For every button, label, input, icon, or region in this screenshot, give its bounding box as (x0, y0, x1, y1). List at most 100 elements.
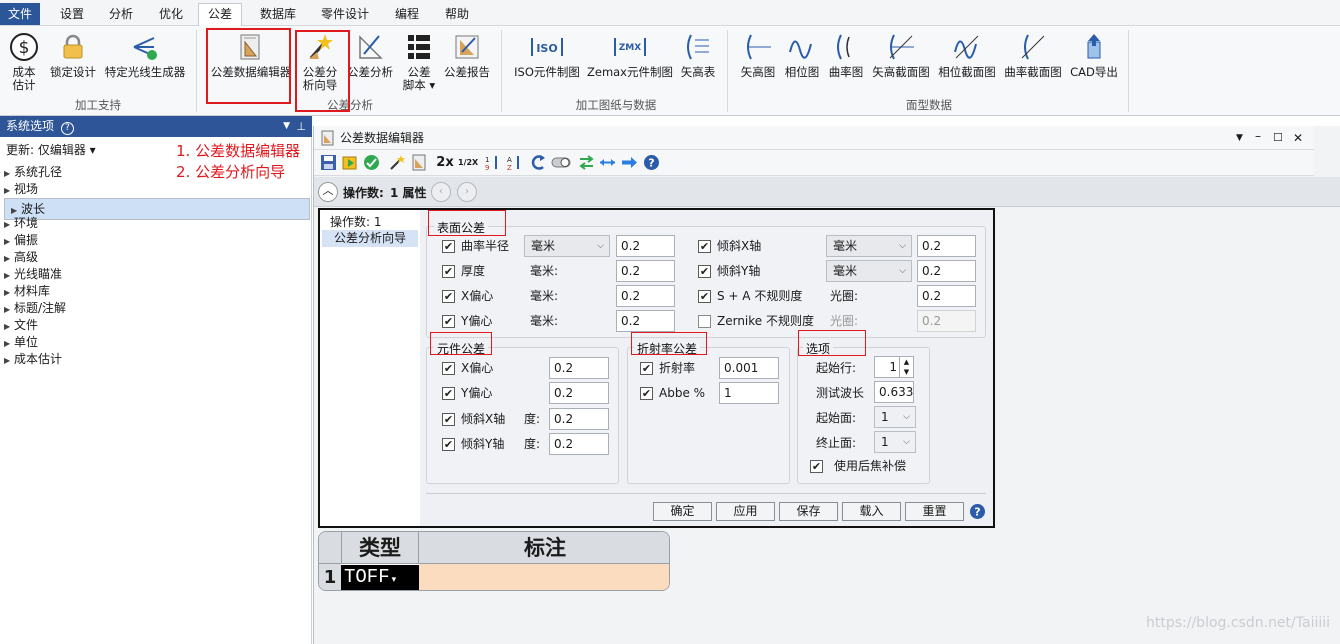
checkbox-element-tilt-y[interactable]: ✔ (442, 438, 455, 451)
curvature-cross-section-button[interactable]: 曲率截面图 (1001, 32, 1065, 79)
menu-tolerance[interactable]: 公差 (198, 3, 243, 27)
pin-icon[interactable]: ⊥ (296, 116, 306, 137)
update-dropdown[interactable]: 更新: 仅编辑器 ▾ (6, 141, 96, 158)
value-field-element-tilt-y[interactable]: 0.2 (549, 433, 609, 455)
cost-estimate-button[interactable]: $ 成本 估计 (6, 32, 42, 92)
tree-item-environment[interactable]: ▶ 环境 (4, 215, 310, 232)
save-button[interactable]: 保存 (779, 502, 838, 521)
save-icon[interactable] (320, 154, 337, 171)
start-surface-dropdown[interactable]: 1 ⌵ (874, 406, 916, 428)
tree-item-field[interactable]: ▶ 视场 (4, 181, 310, 198)
check-icon[interactable] (363, 154, 380, 171)
reset-button[interactable]: 重置 (905, 502, 964, 521)
value-field-thickness[interactable]: 0.2 (616, 260, 675, 282)
tree-item-advanced[interactable]: ▶ 高级 (4, 249, 310, 266)
phase-cross-section-button[interactable]: 相位截面图 (935, 32, 999, 79)
menu-file[interactable]: 文件 (0, 3, 41, 25)
help-icon[interactable]: ? (643, 154, 660, 171)
value-field-element-y-decenter[interactable]: 0.2 (549, 382, 609, 404)
tree-item-title-notes[interactable]: ▶ 标题/注解 (4, 300, 310, 317)
checkbox-index[interactable]: ✔ (640, 362, 653, 375)
collapse-icon[interactable]: ︿ (318, 182, 338, 202)
tolerance-script-button[interactable]: 公差 脚本 ▾ (400, 32, 438, 92)
toggle-icon[interactable] (551, 154, 571, 171)
tree-item-units[interactable]: ▶ 单位 (4, 334, 310, 351)
value-field-y-decenter[interactable]: 0.2 (616, 310, 675, 332)
window-menu-icon[interactable]: ▼ (1236, 126, 1243, 150)
value-field-x-decenter[interactable]: 0.2 (616, 285, 675, 307)
tree-item-files[interactable]: ▶ 文件 (4, 317, 310, 334)
table-cell-type[interactable]: TOFF ▾ (341, 565, 419, 590)
editor-sheet-icon[interactable] (411, 154, 428, 171)
swap-icon[interactable] (578, 154, 595, 171)
checkbox-element-y-decenter[interactable]: ✔ (442, 387, 455, 400)
operand-list-item[interactable]: 公差分析向导 (322, 230, 418, 247)
curvature-map-button[interactable]: 曲率图 (826, 32, 866, 79)
tree-item-polarization[interactable]: ▶ 偏振 (4, 232, 310, 249)
wizard-icon[interactable] (389, 154, 406, 171)
value-field-abbe[interactable]: 1 (719, 382, 779, 404)
previous-operand-icon[interactable]: ‹ (431, 182, 451, 202)
tolerance-analysis-button[interactable]: 公差分析 (345, 32, 395, 79)
maximize-icon[interactable]: ☐ (1273, 126, 1283, 150)
value-field-tilt-x[interactable]: 0.2 (917, 235, 976, 257)
menu-help[interactable]: 帮助 (443, 4, 471, 24)
menu-database[interactable]: 数据库 (258, 4, 298, 24)
unit-dropdown-tilt-y[interactable]: 毫米 ⌵ (826, 260, 912, 282)
checkbox-tilt-y[interactable]: ✔ (698, 265, 711, 278)
minimize-icon[interactable]: – (1255, 124, 1261, 148)
arrow-right-icon[interactable] (621, 154, 638, 171)
ray-generator-button[interactable]: 特定光线生成器 (102, 32, 188, 79)
tolerance-report-button[interactable]: 公差报告 (442, 32, 492, 79)
sort-alpha-icon[interactable]: AZ (506, 154, 523, 171)
checkbox-tilt-x[interactable]: ✔ (698, 240, 711, 253)
phase-map-button[interactable]: 相位图 (782, 32, 822, 79)
zoom-half-button[interactable]: 1/2X (458, 154, 478, 171)
sag-table-button[interactable]: 矢高表 (678, 32, 718, 79)
help-icon[interactable]: ? (969, 503, 986, 520)
checkbox-back-focus[interactable]: ✔ (810, 460, 823, 473)
value-field-zernike-irregularity[interactable]: 0.2 (917, 310, 976, 332)
panel-dropdown-icon[interactable]: ▼ (283, 116, 290, 137)
menu-optimize[interactable]: 优化 (157, 4, 185, 24)
tree-item-material-catalogs[interactable]: ▶ 材料库 (4, 283, 310, 300)
value-field-tilt-y[interactable]: 0.2 (917, 260, 976, 282)
checkbox-sa-irregularity[interactable]: ✔ (698, 290, 711, 303)
unit-dropdown-tilt-x[interactable]: 毫米 ⌵ (826, 235, 912, 257)
load-button[interactable]: 载入 (842, 502, 901, 521)
menu-part-design[interactable]: 零件设计 (319, 4, 371, 24)
checkbox-thickness[interactable]: ✔ (442, 265, 455, 278)
tree-item-cost-estimate[interactable]: ▶ 成本估计 (4, 351, 310, 368)
spinner-arrows-icon[interactable]: ▲ ▼ (899, 357, 913, 377)
value-field-element-tilt-x[interactable]: 0.2 (549, 408, 609, 430)
zoom-2x-button[interactable]: 2x (434, 154, 456, 171)
checkbox-abbe[interactable]: ✔ (640, 387, 653, 400)
next-operand-icon[interactable]: › (457, 182, 477, 202)
apply-button[interactable]: 应用 (716, 502, 775, 521)
sag-map-button[interactable]: 矢高图 (738, 32, 778, 79)
zemax-drawing-button[interactable]: ZMX Zemax元件制图 (586, 32, 674, 79)
menu-settings[interactable]: 设置 (58, 4, 86, 24)
checkbox-zernike-irregularity[interactable] (698, 315, 711, 328)
cad-export-button[interactable]: CAD导出 (1068, 32, 1120, 79)
end-surface-dropdown[interactable]: 1 ⌵ (874, 431, 916, 453)
checkbox-radius[interactable]: ✔ (442, 240, 455, 253)
expand-horizontal-icon[interactable] (599, 154, 616, 171)
tree-item-ray-aiming[interactable]: ▶ 光线瞄准 (4, 266, 310, 283)
menu-programming[interactable]: 编程 (393, 4, 421, 24)
checkbox-element-tilt-x[interactable]: ✔ (442, 413, 455, 426)
unit-dropdown-radius[interactable]: 毫米 ⌵ (524, 235, 610, 257)
ok-button[interactable]: 确定 (653, 502, 712, 521)
value-field-element-x-decenter[interactable]: 0.2 (549, 357, 609, 379)
menu-analysis[interactable]: 分析 (107, 4, 135, 24)
test-wavelength-field[interactable]: 0.633 (874, 381, 914, 403)
help-icon[interactable]: ? (60, 122, 74, 135)
sort-ascending-icon[interactable]: 19 (484, 154, 501, 171)
checkbox-y-decenter[interactable]: ✔ (442, 315, 455, 328)
lock-design-button[interactable]: 锁定设计 (48, 32, 98, 79)
load-icon[interactable] (341, 154, 358, 171)
iso-drawing-button[interactable]: ISO ISO元件制图 (512, 32, 582, 79)
close-icon[interactable]: ✕ (1293, 126, 1303, 150)
undo-icon[interactable] (530, 154, 547, 171)
table-cell-note[interactable] (419, 564, 669, 590)
